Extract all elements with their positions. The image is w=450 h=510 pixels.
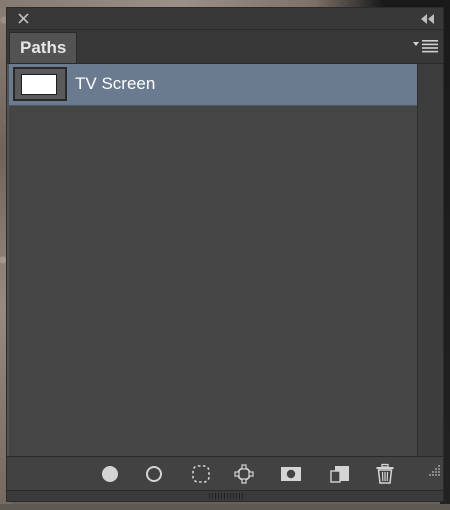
- background-bottom-edge: [0, 504, 450, 510]
- resize-grip-icon[interactable]: [427, 463, 441, 477]
- path-name[interactable]: TV Screen: [75, 64, 155, 106]
- fill-path-icon[interactable]: [99, 463, 121, 485]
- paths-panel: Paths TV Screen: [6, 7, 444, 502]
- paths-list: TV Screen: [9, 64, 417, 456]
- close-icon[interactable]: [17, 12, 30, 25]
- delete-path-icon[interactable]: [374, 463, 396, 485]
- add-mask-icon[interactable]: [280, 463, 302, 485]
- panel-menu-icon[interactable]: [413, 39, 439, 53]
- grip-handle-icon[interactable]: [209, 493, 243, 499]
- tab-paths[interactable]: Paths: [9, 32, 77, 63]
- load-as-selection-icon[interactable]: [190, 463, 212, 485]
- panel-tab-row: Paths: [7, 30, 443, 64]
- path-row-tv-screen[interactable]: TV Screen: [9, 64, 417, 106]
- panel-bottom-toolbar: [7, 456, 443, 490]
- make-work-path-icon[interactable]: [233, 463, 255, 485]
- stroke-path-icon[interactable]: [143, 463, 165, 485]
- path-thumbnail-shape: [21, 74, 57, 95]
- path-thumbnail: [13, 67, 67, 101]
- panel-resize-bar[interactable]: [7, 490, 443, 501]
- new-path-icon[interactable]: [329, 463, 351, 485]
- scrollbar-track[interactable]: [417, 64, 443, 456]
- panel-title-bar[interactable]: [7, 8, 443, 30]
- collapse-panel-icon[interactable]: [421, 14, 435, 24]
